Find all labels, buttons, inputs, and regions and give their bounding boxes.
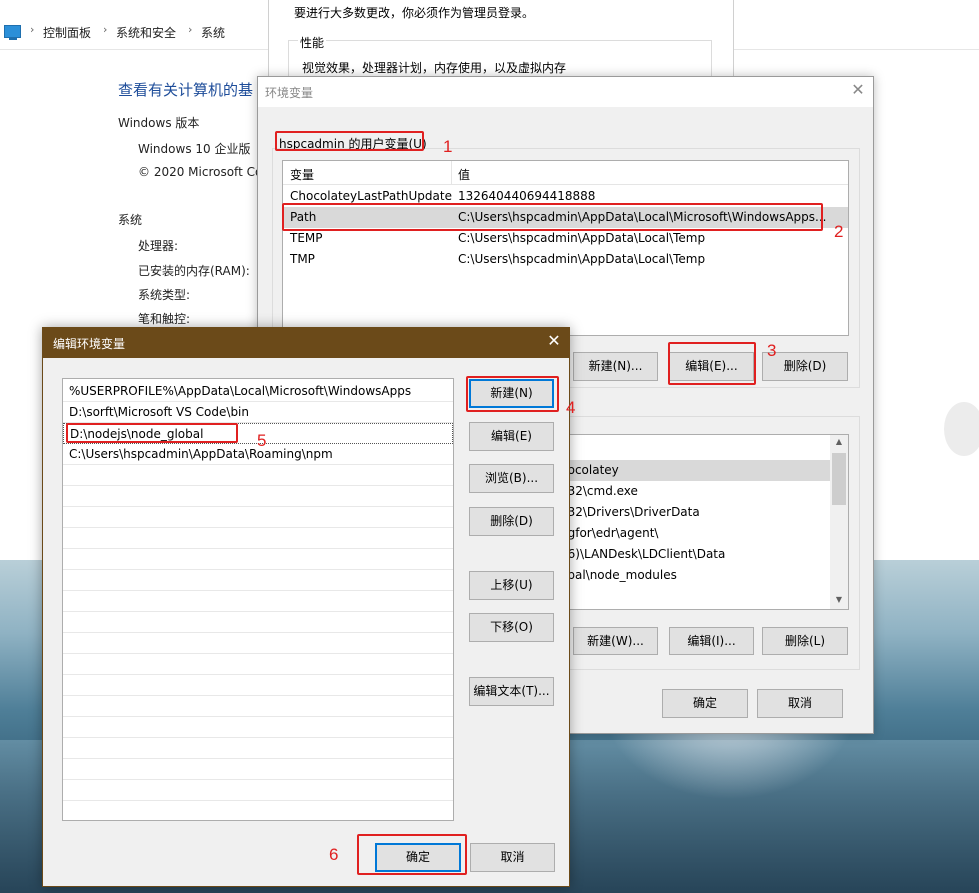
empty-row bbox=[63, 465, 453, 486]
close-icon[interactable]: ✕ bbox=[850, 80, 866, 100]
pen-touch-label: 笔和触控: bbox=[138, 312, 191, 326]
user-var-value: C:\Users\hspcadmin\AppData\Local\Temp bbox=[458, 231, 706, 245]
empty-row bbox=[63, 549, 453, 570]
empty-row bbox=[63, 528, 453, 549]
annotation-box-5 bbox=[66, 423, 238, 443]
empty-row bbox=[63, 570, 453, 591]
scroll-up-icon[interactable]: ▲ bbox=[830, 435, 848, 452]
user-var-value: C:\Users\hspcadmin\AppData\Local\Temp bbox=[458, 252, 706, 266]
system-var-row[interactable]: n32\cmd.exe bbox=[560, 481, 830, 502]
system-var-row[interactable]: n32\Drivers\DriverData bbox=[560, 502, 830, 523]
edition-value: Windows 10 企业版 bbox=[138, 142, 251, 156]
system-var-row[interactable]: hocolatey bbox=[560, 460, 830, 481]
column-divider[interactable] bbox=[451, 161, 452, 185]
annotation-box-6 bbox=[357, 834, 467, 875]
delete-entry-button[interactable]: 删除(D) bbox=[469, 507, 554, 536]
copyright-text: © 2020 Microsoft Co bbox=[138, 165, 263, 179]
move-down-button[interactable]: 下移(O) bbox=[469, 613, 554, 642]
empty-row bbox=[63, 675, 453, 696]
breadcrumb-separator-icon: › bbox=[103, 23, 108, 36]
column-header-name[interactable]: 变量 bbox=[290, 166, 314, 183]
empty-row bbox=[63, 507, 453, 528]
annotation-number: 6 bbox=[329, 845, 339, 864]
system-new-button[interactable]: 新建(W)... bbox=[573, 627, 658, 655]
breadcrumb-system[interactable]: 系统 bbox=[201, 24, 225, 41]
annotation-number: 5 bbox=[257, 431, 267, 450]
path-entry[interactable]: D:\sorft\Microsoft VS Code\bin bbox=[63, 402, 453, 423]
scroll-thumb[interactable] bbox=[832, 453, 846, 505]
system-var-row[interactable]: obal\node_modules bbox=[560, 565, 830, 586]
breadcrumb-separator-icon: › bbox=[188, 23, 193, 36]
empty-row bbox=[63, 696, 453, 717]
empty-row bbox=[63, 654, 453, 675]
edit-entry-button[interactable]: 编辑(E) bbox=[469, 422, 554, 451]
annotation-box-1 bbox=[275, 131, 424, 151]
system-var-text: ngfor\edr\agent\ bbox=[560, 526, 659, 540]
empty-row bbox=[63, 738, 453, 759]
user-vars-header bbox=[283, 161, 848, 185]
empty-row bbox=[63, 633, 453, 654]
close-icon[interactable]: ✕ bbox=[545, 331, 563, 351]
system-var-row[interactable]: hocolatey bbox=[560, 439, 830, 460]
env-titlebar[interactable] bbox=[258, 77, 873, 107]
path-entry[interactable]: %USERPROFILE%\AppData\Local\Microsoft\Wi… bbox=[63, 381, 453, 402]
annotation-number: 2 bbox=[834, 222, 844, 241]
empty-row bbox=[63, 591, 453, 612]
processor-label: 处理器: bbox=[138, 239, 179, 253]
user-var-name: ChocolateyLastPathUpdate bbox=[290, 189, 452, 203]
annotation-box-3 bbox=[668, 342, 756, 385]
system-delete-button[interactable]: 删除(L) bbox=[762, 627, 848, 655]
system-var-text: 86)\LANDesk\LDClient\Data bbox=[560, 547, 726, 561]
move-up-button[interactable]: 上移(U) bbox=[469, 571, 554, 600]
env-cancel-button[interactable]: 取消 bbox=[757, 689, 843, 718]
annotation-box-4 bbox=[466, 376, 559, 412]
system-var-text: obal\node_modules bbox=[560, 568, 677, 582]
empty-row bbox=[63, 759, 453, 780]
admin-notice: 要进行大多数更改，你必须作为管理员登录。 bbox=[294, 6, 535, 20]
performance-text: 视觉效果，处理器计划，内存使用，以及虚拟内存 bbox=[302, 61, 567, 75]
system-edit-button[interactable]: 编辑(I)... bbox=[669, 627, 754, 655]
user-var-name: TEMP bbox=[290, 231, 323, 245]
annotation-number: 1 bbox=[443, 137, 453, 156]
env-ok-button[interactable]: 确定 bbox=[662, 689, 748, 718]
annotation-number: 4 bbox=[566, 398, 576, 417]
system-var-row[interactable]: 86)\LANDesk\LDClient\Data bbox=[560, 544, 830, 565]
breadcrumb-control-panel[interactable]: 控制面板 bbox=[43, 24, 91, 41]
system-type-label: 系统类型: bbox=[138, 288, 191, 302]
empty-row bbox=[63, 612, 453, 633]
empty-row bbox=[63, 486, 453, 507]
breadcrumb-system-security[interactable]: 系统和安全 bbox=[116, 24, 176, 41]
breadcrumb-separator-icon: › bbox=[30, 23, 35, 36]
empty-row bbox=[63, 780, 453, 801]
system-section-label: 系统 bbox=[118, 213, 143, 227]
user-var-value: 132640440694418888 bbox=[458, 189, 596, 203]
page-title: 查看有关计算机的基 bbox=[118, 81, 254, 99]
scroll-down-icon[interactable]: ▼ bbox=[830, 592, 848, 609]
windows-edition-label: Windows 版本 bbox=[118, 116, 200, 130]
chat-watermark-icon bbox=[944, 402, 979, 456]
user-new-button[interactable]: 新建(N)... bbox=[573, 352, 658, 381]
browse-button[interactable]: 浏览(B)... bbox=[469, 464, 554, 493]
system-var-row[interactable]: ngfor\edr\agent\ bbox=[560, 523, 830, 544]
ram-label: 已安装的内存(RAM): bbox=[138, 264, 250, 278]
env-dialog-title: 环境变量 bbox=[265, 86, 314, 100]
performance-label: 性能 bbox=[298, 34, 327, 51]
edit-dialog-title: 编辑环境变量 bbox=[53, 337, 126, 351]
system-var-text: n32\Drivers\DriverData bbox=[560, 505, 700, 519]
computer-icon bbox=[4, 25, 21, 40]
user-var-row[interactable]: TMP C:\Users\hspcadmin\AppData\Local\Tem… bbox=[283, 249, 848, 270]
column-header-value[interactable]: 值 bbox=[458, 166, 470, 183]
annotation-box-2 bbox=[282, 203, 823, 231]
system-var-text: n32\cmd.exe bbox=[560, 484, 638, 498]
annotation-number: 3 bbox=[767, 341, 777, 360]
user-var-name: TMP bbox=[290, 252, 315, 266]
edit-text-button[interactable]: 编辑文本(T)... bbox=[469, 677, 554, 706]
empty-row bbox=[63, 717, 453, 738]
edit-cancel-button[interactable]: 取消 bbox=[470, 843, 555, 872]
user-var-row[interactable]: TEMP C:\Users\hspcadmin\AppData\Local\Te… bbox=[283, 228, 848, 249]
